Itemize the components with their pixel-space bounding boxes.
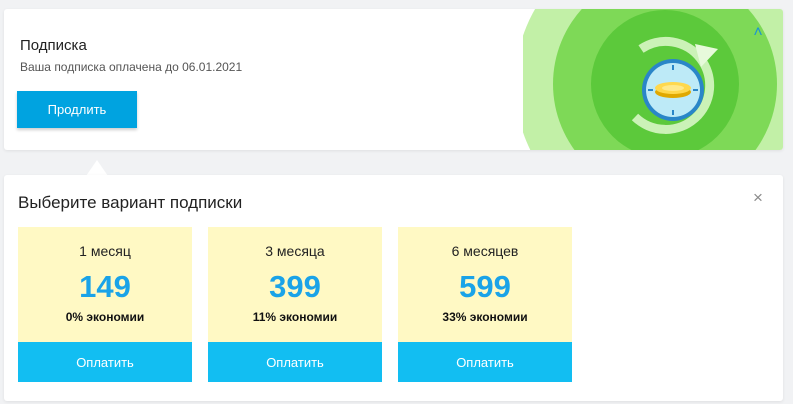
plans-title: Выберите вариант подписки [18, 193, 243, 212]
plan-duration: 3 месяца [265, 243, 325, 259]
plans-panel: Выберите вариант подписки × 1 месяц 149 … [4, 175, 783, 401]
clock-with-coin-icon [523, 9, 783, 150]
pay-button-1-month[interactable]: Оплатить [18, 342, 192, 382]
subscription-title: Подписка [20, 37, 87, 54]
close-icon[interactable]: × [749, 189, 767, 207]
plan-savings: 33% экономии [442, 310, 528, 324]
panel-pointer [86, 160, 108, 176]
plan-savings: 0% экономии [65, 310, 145, 324]
subscription-card: Подписка Ваша подписка оплачена до 06.01… [4, 9, 783, 150]
collapse-chevron-icon[interactable]: ˄ [746, 23, 770, 43]
plan-price: 149 [79, 269, 131, 304]
plan-savings: 11% экономии [252, 310, 338, 324]
plan-card-3-months: 3 месяца 399 11% экономии Оплатить [208, 227, 382, 382]
plan-price: 399 [269, 269, 321, 304]
plan-duration: 1 месяц [79, 243, 131, 259]
pay-button-6-months[interactable]: Оплатить [398, 342, 572, 382]
plan-duration: 6 месяцев [451, 243, 519, 259]
subscription-status: Ваша подписка оплачена до 06.01.2021 [20, 60, 243, 74]
plan-card-1-month: 1 месяц 149 0% экономии Оплатить [18, 227, 192, 382]
plan-price: 599 [459, 269, 511, 304]
plan-card-6-months: 6 месяцев 599 33% экономии Оплатить [398, 227, 572, 382]
renew-button[interactable]: Продлить [17, 91, 137, 128]
pay-button-3-months[interactable]: Оплатить [208, 342, 382, 382]
